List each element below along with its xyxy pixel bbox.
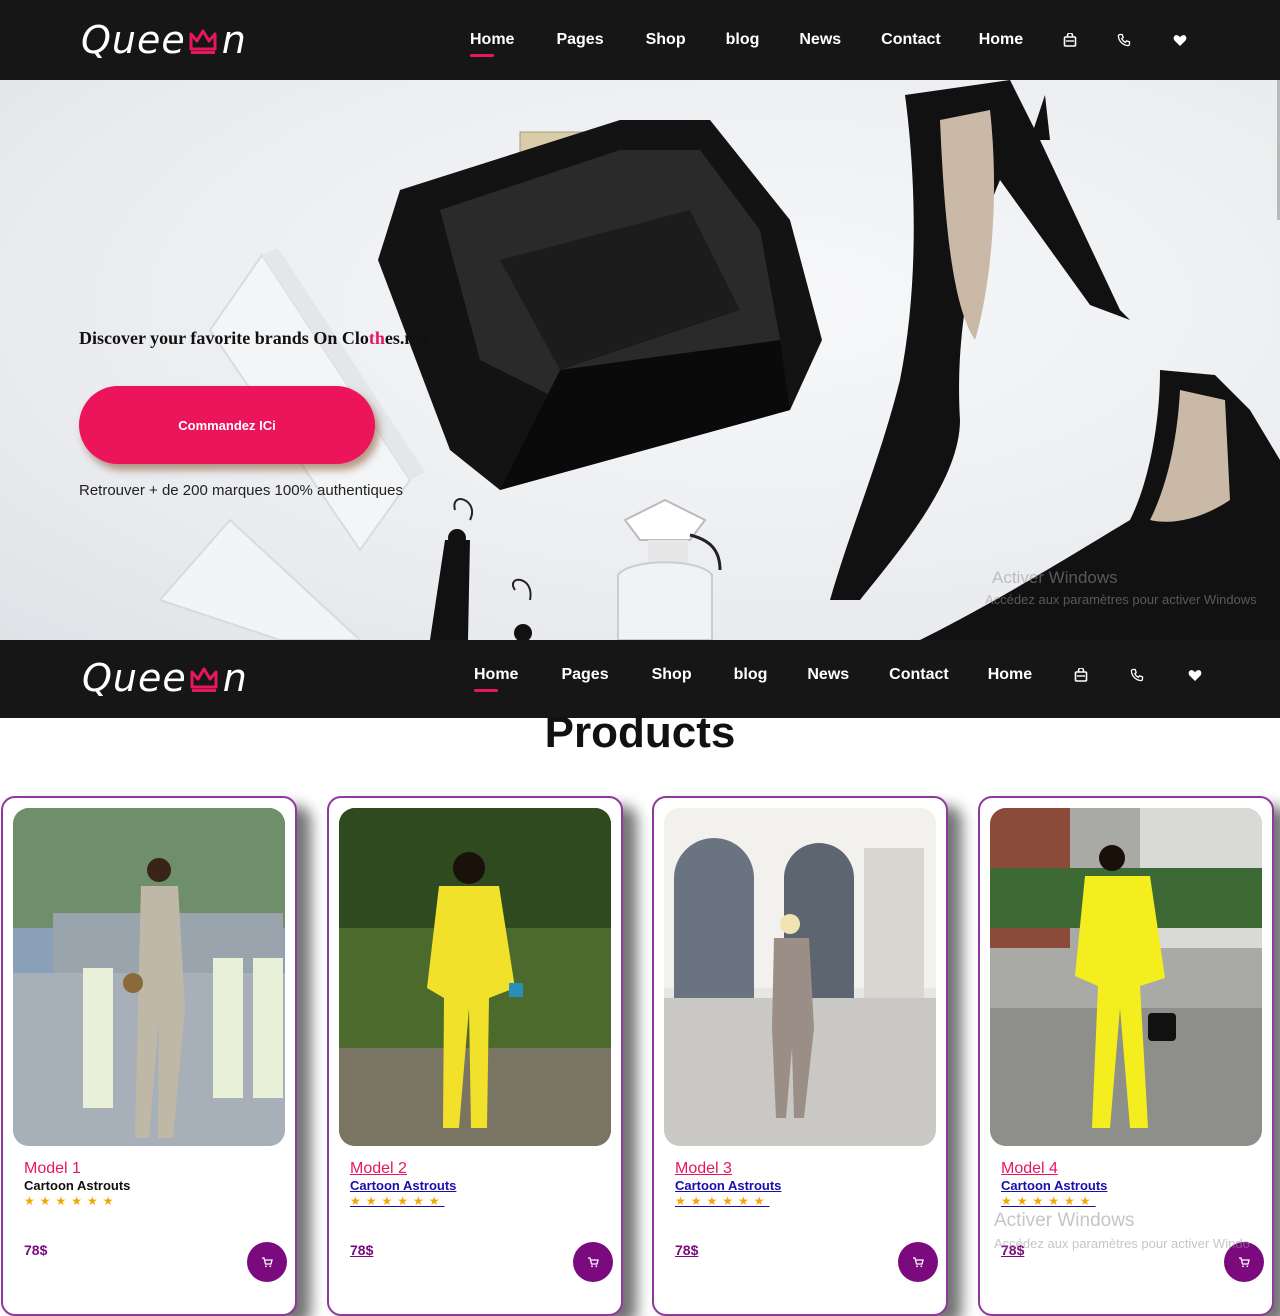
add-to-cart-button[interactable]	[247, 1242, 287, 1282]
product-rating-stars: ★★★★★★	[24, 1194, 119, 1208]
black-heels-image	[830, 80, 1280, 640]
main-nav-2: Home Pages Shop blog News Contact Home	[474, 640, 1204, 710]
nav-blog[interactable]: blog	[726, 31, 760, 49]
cart-icon	[1239, 1257, 1250, 1268]
cart-icon	[913, 1257, 924, 1268]
sticky-navbar: Quee n Home Pages Shop blog News Contact…	[0, 640, 1280, 718]
black-clutch-image	[378, 120, 822, 490]
heart-icon[interactable]	[1186, 666, 1204, 684]
crown-icon	[188, 26, 218, 56]
cart-icon	[262, 1257, 273, 1268]
hero-headline-highlight: th	[368, 328, 385, 348]
product-name[interactable]: Cartoon Astrouts	[1001, 1178, 1107, 1193]
product-model[interactable]: Model 4	[1001, 1160, 1058, 1178]
phone-icon[interactable]	[1115, 31, 1133, 49]
nav-home-2[interactable]: Home	[979, 31, 1023, 49]
heart-icon[interactable]	[1171, 31, 1189, 49]
nav-contact[interactable]: Contact	[889, 666, 949, 684]
nav-shop[interactable]: Shop	[652, 666, 692, 684]
product-rating-stars[interactable]: ★★★★★★	[675, 1194, 770, 1208]
product-card[interactable]: Model 3 Cartoon Astrouts ★★★★★★ 78$	[652, 796, 948, 1316]
windows-activation-watermark-title: Activer Windows	[992, 568, 1118, 587]
bag-icon[interactable]	[1072, 666, 1090, 684]
nav-shop[interactable]: Shop	[646, 31, 686, 49]
nav-home[interactable]: Home	[474, 666, 518, 692]
nav-home[interactable]: Home	[470, 31, 514, 57]
tassel-earrings-image	[430, 498, 532, 640]
logo-text-left: Quee	[82, 656, 187, 700]
product-name: Cartoon Astrouts	[24, 1178, 131, 1193]
nav-contact[interactable]: Contact	[881, 31, 941, 49]
product-name[interactable]: Cartoon Astrouts	[675, 1178, 781, 1193]
add-to-cart-button[interactable]	[573, 1242, 613, 1282]
product-rating-stars[interactable]: ★★★★★★	[350, 1194, 445, 1208]
nav-pages[interactable]: Pages	[556, 31, 603, 49]
windows-activation-watermark-text: Accédez aux paramètres pour activer Wind…	[985, 592, 1257, 607]
windows-activation-watermark-text-2: Accédez aux paramètres pour activer Wind…	[994, 1236, 1250, 1251]
crown-icon	[189, 664, 219, 694]
product-model[interactable]: Model 3	[675, 1160, 732, 1178]
logo-text-left: Quee	[81, 18, 186, 62]
product-price[interactable]: 78$	[350, 1242, 373, 1258]
main-nav: Home Pages Shop blog News Contact Home	[470, 0, 1189, 80]
product-rating-stars[interactable]: ★★★★★★	[1001, 1194, 1096, 1208]
product-model: Model 1	[24, 1160, 81, 1177]
brand-logo[interactable]: Quee n	[81, 16, 247, 62]
hero-headline-part2: es.ma	[384, 328, 429, 348]
nav-home-2[interactable]: Home	[988, 666, 1032, 684]
product-card[interactable]: Model 1 Cartoon Astrouts ★★★★★★ 78$	[1, 796, 297, 1316]
product-photo[interactable]	[664, 808, 936, 1146]
nav-pages[interactable]: Pages	[561, 666, 608, 684]
top-navbar: Quee n Home Pages Shop blog News Contact…	[0, 0, 1280, 80]
hero-subtitle: Retrouver + de 200 marques 100% authenti…	[79, 482, 403, 499]
product-name[interactable]: Cartoon Astrouts	[350, 1178, 456, 1193]
hero-banner: Discover your favorite brands On Clothes…	[0, 80, 1280, 640]
nav-news[interactable]: News	[807, 666, 849, 684]
cart-icon	[588, 1257, 599, 1268]
phone-icon[interactable]	[1128, 666, 1146, 684]
product-photo[interactable]	[339, 808, 611, 1146]
bag-icon[interactable]	[1061, 31, 1079, 49]
windows-activation-watermark-title-2: Activer Windows	[994, 1210, 1135, 1231]
products-heading: Products	[544, 708, 736, 757]
nav-blog[interactable]: blog	[734, 666, 768, 684]
product-photo[interactable]	[990, 808, 1262, 1146]
product-model[interactable]: Model 2	[350, 1160, 407, 1178]
product-photo[interactable]	[13, 808, 285, 1146]
logo-text-right: n	[222, 656, 248, 700]
product-price: 78$	[24, 1242, 48, 1258]
logo-text-right: n	[221, 18, 247, 62]
hero-headline: Discover your favorite brands On Clothes…	[79, 328, 428, 349]
perfume-bottle-image	[617, 498, 722, 640]
brand-logo-2[interactable]: Quee n	[82, 654, 248, 700]
nav-news[interactable]: News	[799, 31, 841, 49]
order-button[interactable]: Commandez ICi	[79, 386, 375, 464]
product-price[interactable]: 78$	[675, 1242, 698, 1258]
hero-product-illustration	[158, 80, 1280, 640]
product-card[interactable]: Model 2 Cartoon Astrouts ★★★★★★ 78$	[327, 796, 623, 1316]
add-to-cart-button[interactable]	[898, 1242, 938, 1282]
hero-headline-part1: Discover your favorite brands On Clo	[79, 328, 369, 348]
